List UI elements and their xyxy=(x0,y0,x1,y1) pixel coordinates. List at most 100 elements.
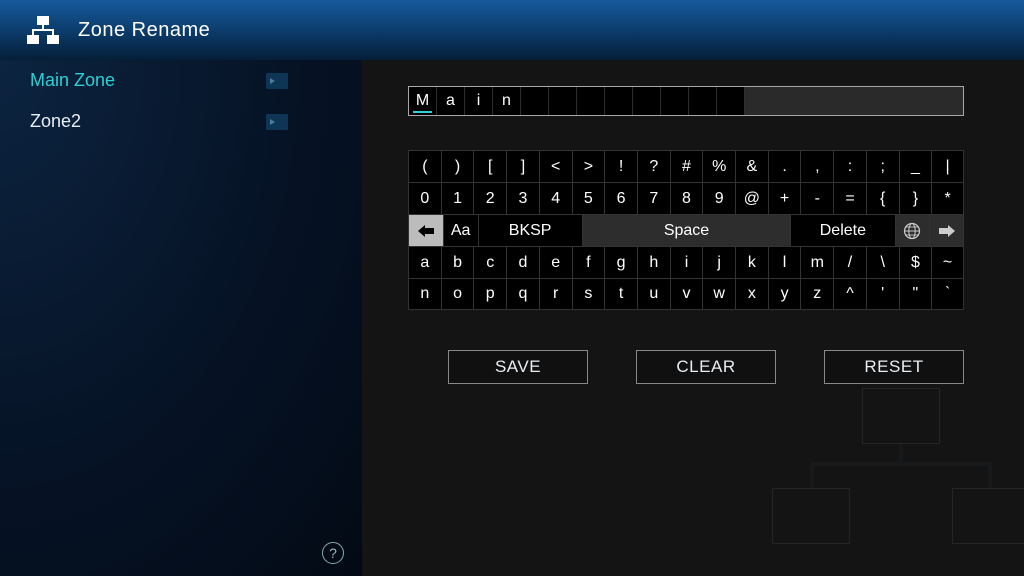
entry-cell[interactable] xyxy=(605,87,633,115)
key-][interactable]: ] xyxy=(506,150,539,182)
key-|[interactable]: | xyxy=(931,150,964,182)
key-5[interactable]: 5 xyxy=(572,182,605,214)
rename-tag-icon xyxy=(266,114,288,130)
help-icon[interactable]: ? xyxy=(322,542,344,564)
key-[[interactable]: [ xyxy=(473,150,506,182)
key-%[interactable]: % xyxy=(702,150,735,182)
space-key[interactable]: Space xyxy=(582,214,791,246)
key-4[interactable]: 4 xyxy=(539,182,572,214)
key-_[interactable]: _ xyxy=(899,150,932,182)
key-7[interactable]: 7 xyxy=(637,182,670,214)
key-3[interactable]: 3 xyxy=(506,182,539,214)
key-i[interactable]: i xyxy=(670,246,703,278)
key-([interactable]: ( xyxy=(408,150,441,182)
key-f[interactable]: f xyxy=(572,246,605,278)
shift-case-key[interactable]: Aa xyxy=(443,214,478,246)
entry-cell[interactable]: a xyxy=(437,87,465,115)
key-d[interactable]: d xyxy=(506,246,539,278)
key-}[interactable]: } xyxy=(899,182,932,214)
key-#[interactable]: # xyxy=(670,150,703,182)
key-^[interactable]: ^ xyxy=(833,278,866,310)
text-entry[interactable]: Main xyxy=(408,86,964,116)
key-u[interactable]: u xyxy=(637,278,670,310)
key-+[interactable]: + xyxy=(768,182,801,214)
key-<[interactable]: < xyxy=(539,150,572,182)
key-$[interactable]: $ xyxy=(899,246,932,278)
entry-cell[interactable]: M xyxy=(409,87,437,115)
key-t[interactable]: t xyxy=(604,278,637,310)
sidebar-item-label: Zone2 xyxy=(30,111,81,132)
key-.[interactable]: . xyxy=(768,150,801,182)
key-![interactable]: ! xyxy=(604,150,637,182)
key-0[interactable]: 0 xyxy=(408,182,441,214)
key-'[interactable]: ' xyxy=(866,278,899,310)
key-l[interactable]: l xyxy=(768,246,801,278)
key-/[interactable]: / xyxy=(833,246,866,278)
clear-button[interactable]: CLEAR xyxy=(636,350,776,384)
key-&[interactable]: & xyxy=(735,150,768,182)
key-{[interactable]: { xyxy=(866,182,899,214)
key-,[interactable]: , xyxy=(800,150,833,182)
sidebar-item-main-zone[interactable]: Main Zone xyxy=(0,60,362,101)
key-m[interactable]: m xyxy=(800,246,833,278)
key-q[interactable]: q xyxy=(506,278,539,310)
arrow-right-key[interactable] xyxy=(929,214,964,246)
key-n[interactable]: n xyxy=(408,278,441,310)
entry-cell[interactable] xyxy=(661,87,689,115)
reset-button[interactable]: RESET xyxy=(824,350,964,384)
key-2[interactable]: 2 xyxy=(473,182,506,214)
arrow-left-key[interactable] xyxy=(408,214,443,246)
key->[interactable]: > xyxy=(572,150,605,182)
entry-cell[interactable]: n xyxy=(493,87,521,115)
key-w[interactable]: w xyxy=(702,278,735,310)
key-k[interactable]: k xyxy=(735,246,768,278)
entry-cell[interactable] xyxy=(521,87,549,115)
key-6[interactable]: 6 xyxy=(604,182,637,214)
key-1[interactable]: 1 xyxy=(441,182,474,214)
key-`[interactable]: ` xyxy=(931,278,964,310)
key-r[interactable]: r xyxy=(539,278,572,310)
key-g[interactable]: g xyxy=(604,246,637,278)
key-y[interactable]: y xyxy=(768,278,801,310)
entry-cell[interactable] xyxy=(717,87,745,115)
entry-cell[interactable] xyxy=(689,87,717,115)
key-s[interactable]: s xyxy=(572,278,605,310)
key-8[interactable]: 8 xyxy=(670,182,703,214)
entry-cell[interactable] xyxy=(577,87,605,115)
key-h[interactable]: h xyxy=(637,246,670,278)
key-=[interactable]: = xyxy=(833,182,866,214)
key-*[interactable]: * xyxy=(931,182,964,214)
key-o[interactable]: o xyxy=(441,278,474,310)
key-e[interactable]: e xyxy=(539,246,572,278)
sidebar-item-zone2[interactable]: Zone2 xyxy=(0,101,362,142)
key-b[interactable]: b xyxy=(441,246,474,278)
key-~[interactable]: ~ xyxy=(931,246,964,278)
entry-cell[interactable] xyxy=(633,87,661,115)
key--[interactable]: - xyxy=(800,182,833,214)
backspace-key[interactable]: BKSP xyxy=(478,214,582,246)
key-j[interactable]: j xyxy=(702,246,735,278)
key-p[interactable]: p xyxy=(473,278,506,310)
entry-cell[interactable]: i xyxy=(465,87,493,115)
key-x[interactable]: x xyxy=(735,278,768,310)
entry-cell[interactable] xyxy=(549,87,577,115)
key-"[interactable]: " xyxy=(899,278,932,310)
page-title: Zone Rename xyxy=(78,19,210,42)
key-c[interactable]: c xyxy=(473,246,506,278)
key-z[interactable]: z xyxy=(800,278,833,310)
key-@[interactable]: @ xyxy=(735,182,768,214)
watermark-network-icon xyxy=(786,388,1016,568)
globe-key[interactable] xyxy=(895,214,930,246)
rename-tag-icon xyxy=(266,73,288,89)
action-buttons: SAVE CLEAR RESET xyxy=(448,350,1002,384)
key-9[interactable]: 9 xyxy=(702,182,735,214)
key-;[interactable]: ; xyxy=(866,150,899,182)
key-\[interactable]: \ xyxy=(866,246,899,278)
key-?[interactable]: ? xyxy=(637,150,670,182)
key-a[interactable]: a xyxy=(408,246,441,278)
key-:[interactable]: : xyxy=(833,150,866,182)
key-v[interactable]: v xyxy=(670,278,703,310)
key-)[interactable]: ) xyxy=(441,150,474,182)
save-button[interactable]: SAVE xyxy=(448,350,588,384)
delete-key[interactable]: Delete xyxy=(790,214,894,246)
